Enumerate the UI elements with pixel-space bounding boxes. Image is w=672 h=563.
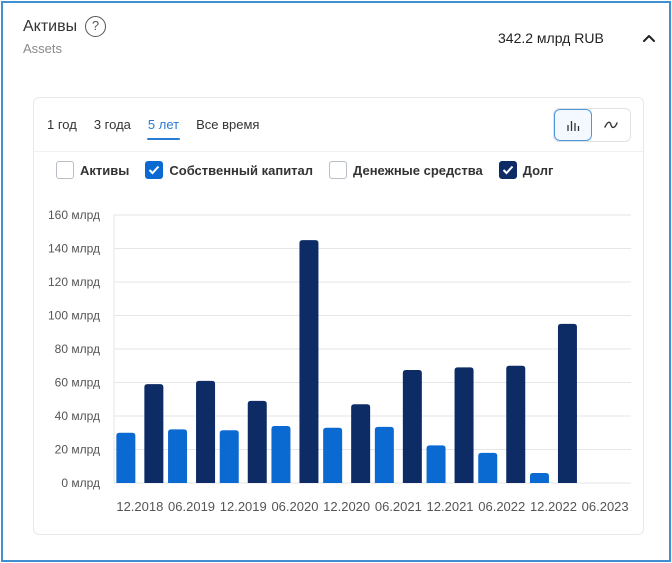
y-tick-label: 0 млрд (61, 476, 100, 490)
y-tick-label: 60 млрд (55, 376, 100, 390)
equity-bar[interactable] (478, 452, 498, 483)
y-tick-label: 120 млрд (48, 275, 100, 289)
debt-bar[interactable] (196, 380, 216, 483)
x-tick-label: 06.2021 (375, 499, 422, 514)
y-tick-label: 160 млрд (48, 208, 100, 222)
x-tick-label: 12.2019 (220, 499, 267, 514)
panel-title: Активы (23, 18, 78, 35)
debt-bar[interactable] (299, 240, 319, 483)
x-tick-label: 12.2018 (116, 499, 163, 514)
y-tick-label: 140 млрд (48, 242, 100, 256)
y-tick-label: 80 млрд (55, 342, 100, 356)
equity-bar[interactable] (374, 426, 394, 483)
equity-bar[interactable] (323, 427, 343, 483)
x-tick-label: 06.2023 (582, 499, 629, 514)
equity-bar[interactable] (116, 432, 136, 483)
chart-card: 1 год 3 года 5 лет Все время Активы Собс… (33, 97, 644, 535)
equity-bar[interactable] (529, 472, 549, 483)
assets-panel: Активы ? Assets 342.2 млрд RUB 1 год 3 г… (1, 1, 671, 562)
x-tick-label: 06.2019 (168, 499, 215, 514)
x-tick-label: 06.2020 (271, 499, 318, 514)
x-tick-label: 12.2020 (323, 499, 370, 514)
y-tick-label: 100 млрд (48, 309, 100, 323)
debt-bar[interactable] (454, 367, 474, 483)
y-tick-label: 20 млрд (55, 443, 100, 457)
equity-bar[interactable] (168, 429, 188, 483)
x-tick-label: 06.2022 (478, 499, 525, 514)
equity-bar[interactable] (271, 426, 291, 483)
y-tick-label: 40 млрд (55, 409, 100, 423)
total-assets-value: 342.2 млрд RUB (498, 30, 604, 46)
x-tick-label: 12.2021 (427, 499, 474, 514)
panel-subtitle: Assets (23, 41, 63, 56)
debt-bar[interactable] (402, 369, 422, 483)
equity-bar[interactable] (426, 445, 446, 483)
help-icon[interactable]: ? (85, 16, 106, 37)
debt-bar[interactable] (557, 323, 577, 483)
chevron-up-icon[interactable] (639, 29, 659, 49)
x-tick-label: 12.2022 (530, 499, 577, 514)
bar-chart: 0 млрд 20 млрд 40 млрд 60 млрд 80 млрд 100 мл… (48, 208, 631, 514)
debt-bar[interactable] (351, 404, 371, 483)
debt-bar[interactable] (144, 384, 164, 483)
debt-bar[interactable] (506, 365, 526, 483)
debt-bar[interactable] (247, 400, 267, 483)
equity-bar[interactable] (219, 430, 239, 483)
